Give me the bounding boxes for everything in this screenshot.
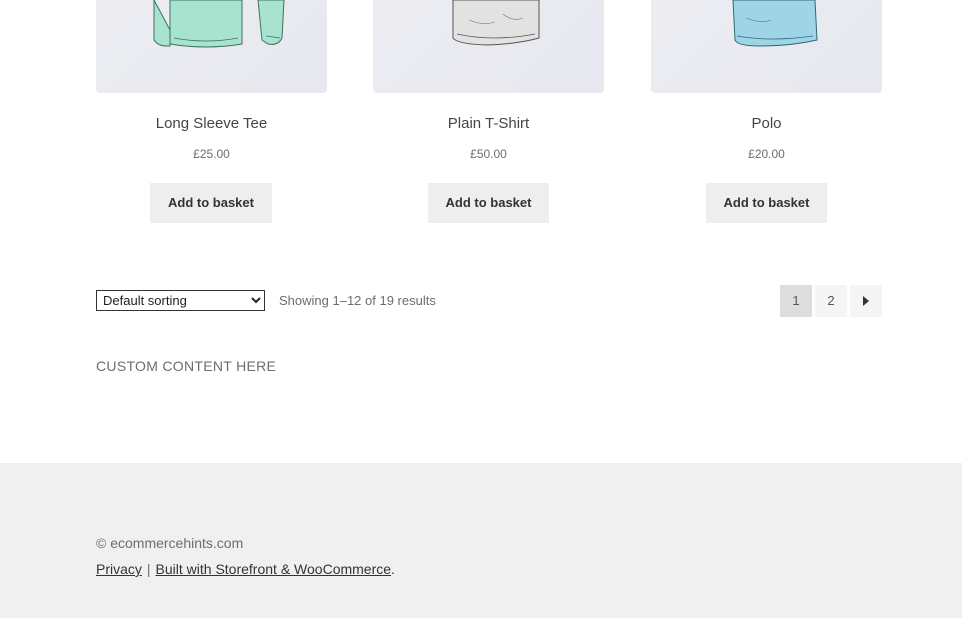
product-image[interactable] xyxy=(373,0,604,93)
next-page-button[interactable] xyxy=(850,285,882,317)
add-to-basket-button[interactable]: Add to basket xyxy=(706,183,827,223)
result-count: Showing 1–12 of 19 results xyxy=(279,293,436,308)
plain-tshirt-image xyxy=(452,0,540,46)
custom-content: CUSTOM CONTENT HERE xyxy=(96,358,277,374)
footer-links: Privacy | Built with Storefront & WooComme… xyxy=(96,561,395,577)
add-to-basket-button[interactable]: Add to basket xyxy=(150,183,272,223)
product-title[interactable]: Long Sleeve Tee xyxy=(96,115,327,132)
page-2-link[interactable]: 2 xyxy=(815,285,847,317)
footer-trailing: . xyxy=(391,561,395,577)
chevron-right-icon xyxy=(863,296,869,306)
product-price: £50.00 xyxy=(470,147,507,161)
sorting-select[interactable]: Default sorting xyxy=(96,290,265,311)
pagination: 1 2 xyxy=(780,285,882,317)
product-price: £20.00 xyxy=(748,147,785,161)
long-sleeve-tee-image xyxy=(153,0,285,48)
product-title[interactable]: Plain T-Shirt xyxy=(373,115,604,132)
add-to-basket-button[interactable]: Add to basket xyxy=(428,183,549,223)
product-title[interactable]: Polo xyxy=(651,115,882,132)
footer-separator: | xyxy=(146,561,151,577)
built-with-link[interactable]: Built with Storefront & WooCommerce xyxy=(156,561,392,577)
product-image[interactable] xyxy=(651,0,882,93)
shop-toolbar: Default sorting Showing 1–12 of 19 resul… xyxy=(96,285,882,317)
footer-copyright: © ecommercehints.com xyxy=(96,535,244,551)
polo-image xyxy=(732,0,818,47)
privacy-link[interactable]: Privacy xyxy=(96,561,142,577)
page-1-current: 1 xyxy=(780,285,812,317)
site-footer: © ecommercehints.com Privacy | Built with … xyxy=(0,463,962,618)
product-image[interactable] xyxy=(96,0,327,93)
product-grid: Long Sleeve Tee £25.00 Add to basket Pla… xyxy=(0,0,962,240)
product-price: £25.00 xyxy=(193,147,230,161)
